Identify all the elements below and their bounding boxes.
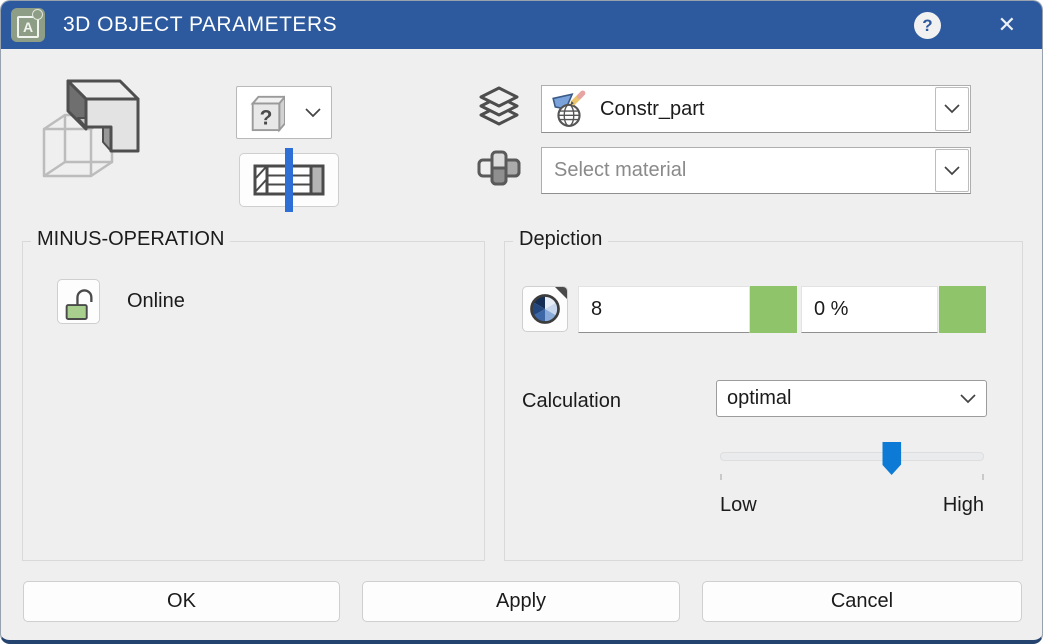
quality-slider[interactable]: Low High bbox=[720, 442, 984, 532]
minus-operation-cubes-icon bbox=[42, 79, 140, 178]
layer-edit-globe-icon bbox=[552, 90, 586, 127]
slider-tick-low bbox=[720, 474, 722, 480]
chevron-down-icon bbox=[944, 165, 960, 175]
transparency-color-swatch[interactable] bbox=[939, 286, 986, 333]
layer-select[interactable]: Constr_part bbox=[541, 85, 971, 133]
close-icon: ✕ bbox=[997, 12, 1016, 37]
depiction-group-label: Depiction bbox=[513, 228, 609, 251]
slider-low-label: Low bbox=[720, 494, 757, 516]
close-button[interactable]: ✕ bbox=[998, 11, 1016, 38]
material-select-arrow[interactable] bbox=[935, 149, 969, 192]
svg-text:?: ? bbox=[260, 106, 273, 129]
calculation-select-value: optimal bbox=[727, 387, 792, 409]
slider-high-label: High bbox=[942, 494, 984, 516]
slider-track[interactable] bbox=[720, 452, 984, 461]
app-icon: A bbox=[11, 8, 45, 42]
help-button[interactable]: ? bbox=[914, 12, 941, 39]
online-status-label: Online bbox=[127, 290, 185, 312]
cancel-button[interactable]: Cancel bbox=[702, 581, 1022, 622]
calculation-label: Calculation bbox=[522, 390, 621, 412]
transparency-input[interactable] bbox=[801, 286, 938, 333]
help-icon: ? bbox=[922, 15, 933, 35]
ok-button-label: OK bbox=[167, 590, 196, 612]
depiction-group: Depiction Calculation optimal bbox=[504, 228, 1023, 561]
chevron-down-icon bbox=[944, 104, 960, 114]
facets-menu-button[interactable] bbox=[522, 286, 568, 332]
padlock-open-icon bbox=[65, 288, 93, 320]
cross-section-button[interactable] bbox=[239, 148, 339, 212]
calculation-select[interactable]: optimal bbox=[716, 380, 987, 417]
ok-button[interactable]: OK bbox=[23, 581, 340, 622]
material-connector-icon bbox=[477, 150, 521, 186]
apply-button-label: Apply bbox=[495, 590, 547, 612]
cross-section-beam-icon bbox=[253, 148, 325, 212]
cancel-button-label: Cancel bbox=[830, 590, 894, 612]
minus-operation-group: MINUS-OPERATION Online bbox=[22, 228, 485, 561]
material-select-placeholder: Select material bbox=[554, 159, 687, 181]
material-select[interactable]: Select material bbox=[541, 147, 971, 194]
layer-select-value: Constr_part bbox=[600, 97, 705, 120]
slider-thumb[interactable] bbox=[882, 442, 902, 475]
chevron-down-icon bbox=[960, 393, 976, 403]
apply-button[interactable]: Apply bbox=[362, 581, 680, 622]
chevron-down-icon bbox=[305, 107, 321, 117]
lock-toggle-button[interactable] bbox=[57, 279, 100, 324]
layers-icon bbox=[479, 86, 519, 126]
layer-select-arrow[interactable] bbox=[935, 87, 969, 131]
facets-input[interactable] bbox=[578, 286, 750, 333]
slider-tick-high bbox=[982, 474, 984, 480]
minus-operation-group-label: MINUS-OPERATION bbox=[31, 228, 231, 251]
3d-object-parameters-dialog: A 3D OBJECT PARAMETERS ? ✕ ? Constr_part… bbox=[0, 0, 1043, 644]
pie-segments-icon bbox=[530, 294, 560, 324]
app-icon-badge bbox=[32, 9, 43, 20]
object-type-dropdown[interactable]: ? bbox=[236, 86, 332, 139]
unknown-object-box-icon: ? bbox=[250, 94, 285, 133]
slider-labels: Low High bbox=[720, 494, 984, 517]
titlebar[interactable]: A 3D OBJECT PARAMETERS ? ✕ bbox=[1, 1, 1042, 49]
window-title: 3D OBJECT PARAMETERS bbox=[63, 13, 338, 36]
facets-color-swatch[interactable] bbox=[750, 286, 797, 333]
